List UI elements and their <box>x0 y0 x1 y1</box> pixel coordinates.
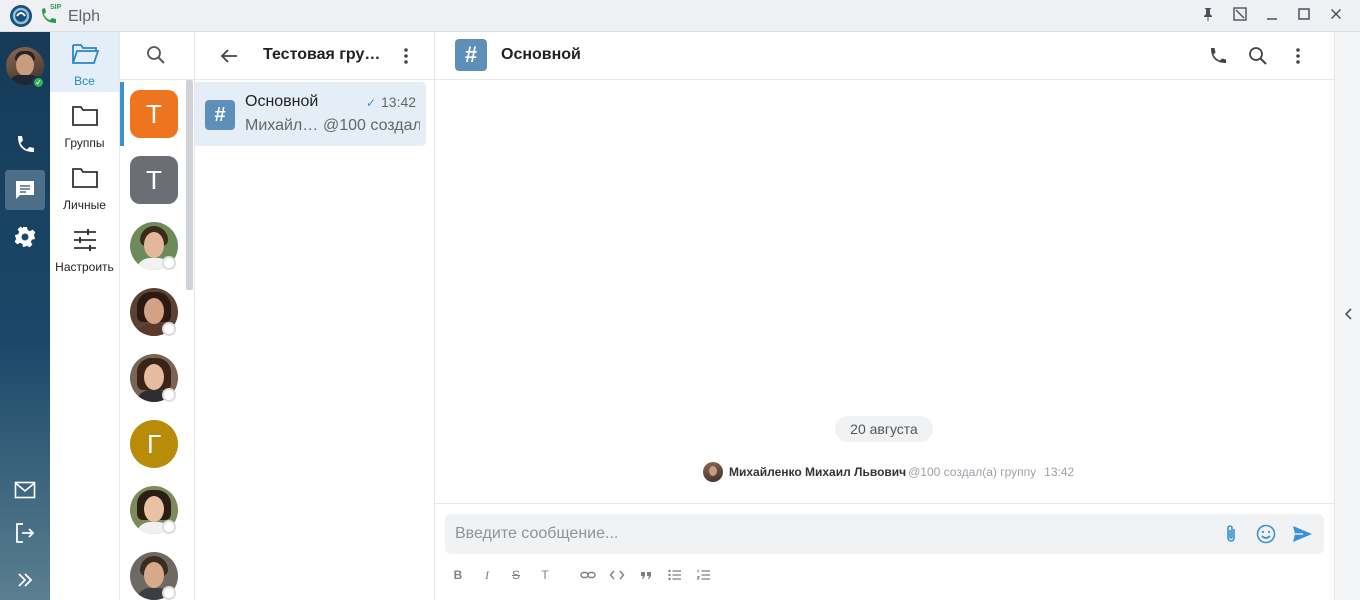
sliders-icon <box>71 227 99 253</box>
offline-status-icon <box>162 256 176 270</box>
numbered-list-icon[interactable] <box>696 567 712 583</box>
search-icon[interactable] <box>1247 45 1269 67</box>
conversation-panel: # Основной 20 августа Михайленко Михаил … <box>435 32 1334 600</box>
pin-icon[interactable] <box>1200 6 1220 26</box>
channel-list-header: Тестовая группа <box>195 32 434 80</box>
folder-groups[interactable]: Группы <box>50 94 119 154</box>
chats-avatar-column: Т Т Г <box>120 32 195 600</box>
send-icon[interactable] <box>1291 523 1313 545</box>
heading-icon[interactable]: T <box>537 567 553 583</box>
mail-icon[interactable] <box>5 470 45 510</box>
emoji-icon[interactable] <box>1255 523 1277 545</box>
offline-status-icon <box>162 520 176 534</box>
conversation-title: Основной <box>501 46 581 63</box>
folder-label: Настроить <box>55 260 114 274</box>
folder-customize[interactable]: Настроить <box>50 218 119 278</box>
channel-name: Основной <box>245 93 319 110</box>
divider <box>120 79 194 80</box>
channel-list-panel: Тестовая группа # Основной ✓ 13:42 Михай… <box>195 32 435 600</box>
folder-label: Группы <box>64 136 105 150</box>
message-text: @100 создал(а) группу <box>908 465 1037 479</box>
read-check-icon: ✓ <box>366 96 377 110</box>
call-icon[interactable] <box>1207 45 1229 67</box>
offline-status-icon <box>162 586 176 600</box>
double-chevron-right-icon[interactable] <box>5 560 45 600</box>
logout-icon[interactable] <box>5 513 45 553</box>
offline-status-icon <box>162 322 176 336</box>
preview-author: Михайленко Михаил Львович <box>245 117 323 134</box>
channel-hash-icon: # <box>205 100 235 130</box>
group-title: Тестовая группа <box>263 46 388 63</box>
message-input[interactable] <box>455 522 1195 546</box>
folder-all[interactable]: Все <box>50 32 119 92</box>
chat-avatar[interactable]: Т <box>130 90 178 138</box>
folder-label: Личные <box>63 198 106 212</box>
app-logo-icon <box>10 5 32 27</box>
folder-icon <box>71 165 99 191</box>
offline-status-icon <box>162 388 176 402</box>
minimize-icon[interactable] <box>1264 6 1284 26</box>
online-status-icon: ✓ <box>32 76 45 89</box>
title-bar: SIP Elph <box>0 0 1360 32</box>
channel-preview: Михайленко Михаил Львович@100 создал(а) … <box>245 117 420 135</box>
system-message: Михайленко Михаил Львович @100 создал(а)… <box>703 461 1074 483</box>
conversation-header: # Основной <box>435 32 1334 80</box>
attach-icon[interactable] <box>1220 523 1242 545</box>
chat-avatar[interactable]: Т <box>130 156 178 204</box>
more-vertical-icon[interactable] <box>1287 45 1309 67</box>
active-chat-indicator <box>120 82 124 146</box>
left-rail: ✓ <box>0 32 50 600</box>
folder-label: Все <box>74 74 95 88</box>
message-composer <box>445 514 1324 554</box>
code-icon[interactable] <box>609 567 625 583</box>
right-collapsed-panel <box>1334 32 1360 600</box>
message-author[interactable]: Михайленко Михаил Львович <box>729 465 906 479</box>
back-arrow-icon[interactable] <box>218 45 240 67</box>
channel-list-item[interactable]: # Основной ✓ 13:42 Михайленко Михаил Льв… <box>195 82 426 146</box>
chevron-left-icon[interactable] <box>1341 306 1355 322</box>
restore-icon[interactable] <box>1232 6 1252 26</box>
phone-icon[interactable] <box>5 125 45 165</box>
gear-icon[interactable] <box>5 217 45 257</box>
chat-icon[interactable] <box>5 170 45 210</box>
strikethrough-icon[interactable]: S <box>508 567 524 583</box>
scrollbar[interactable] <box>186 80 193 290</box>
channel-hash-icon: # <box>455 39 487 71</box>
divider <box>435 503 1334 504</box>
folder-personal[interactable]: Личные <box>50 156 119 216</box>
sip-badge: SIP <box>50 4 62 11</box>
bullet-list-icon[interactable] <box>667 567 683 583</box>
more-vertical-icon[interactable] <box>396 45 416 67</box>
folder-open-icon <box>71 41 99 67</box>
channel-time: 13:42 <box>381 94 417 110</box>
folders-panel: Все Группы Личные Настроить <box>50 32 120 600</box>
close-icon[interactable] <box>1328 6 1348 26</box>
message-time: 13:42 <box>1044 465 1075 479</box>
maximize-icon[interactable] <box>1296 6 1316 26</box>
quote-icon[interactable] <box>638 567 654 583</box>
author-avatar[interactable] <box>703 462 723 482</box>
italic-icon[interactable]: I <box>479 567 495 583</box>
preview-text: @100 создал(а) группу <box>323 117 420 134</box>
date-separator: 20 августа <box>835 416 933 442</box>
link-icon[interactable] <box>580 567 596 583</box>
chat-avatar[interactable]: Г <box>130 420 178 468</box>
search-icon[interactable] <box>145 44 167 66</box>
window-title: Elph <box>68 8 101 25</box>
folder-icon <box>71 103 99 129</box>
bold-icon[interactable]: B <box>450 567 466 583</box>
